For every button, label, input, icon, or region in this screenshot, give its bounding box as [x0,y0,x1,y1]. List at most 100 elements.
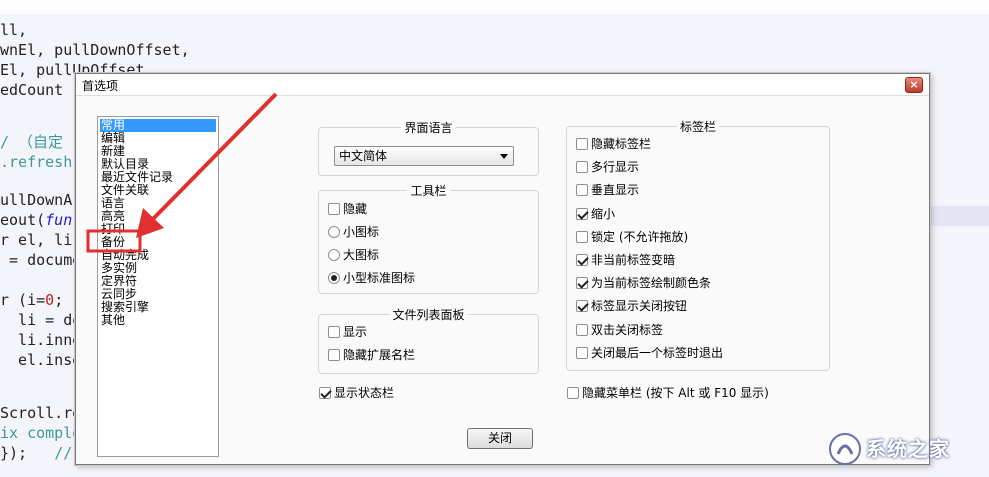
code-token: 0 [45,291,55,309]
toolbar-radio-label: 大图标 [343,248,380,262]
checkbox-icon[interactable] [328,349,340,361]
toolbar-radio[interactable]: 大图标 [328,248,379,264]
code-token: ullDownA [0,191,73,209]
menubar-label: 隐藏菜单栏 (按下 Alt 或 F10 显示) [582,386,769,400]
editor-top-band [0,0,989,14]
tabbar-group: 标签栏 隐藏标签栏多行显示垂直显示缩小锁定 (不允许拖放) 非当前标签变暗为当前标… [566,120,830,371]
code-token: edCount [0,81,64,99]
watermark-logo-icon [829,433,861,465]
radio-icon[interactable] [328,249,340,261]
statusbar-checkbox[interactable]: 显示状态栏 [319,386,394,402]
tabbar-option[interactable]: 多行显示 [576,160,639,176]
code-token: r el, li [0,231,73,249]
filelist-group-title: 文件列表面板 [389,308,468,322]
tabbar-option-label: 缩小 [591,206,616,221]
checkbox-icon[interactable] [576,161,588,174]
toolbar-group-title: 工具栏 [407,184,450,198]
editor-current-line-highlight [930,206,989,226]
watermark: 系统之家 [818,428,983,472]
filelist-option-label: 显示 [343,325,368,339]
checkbox-icon[interactable] [576,230,588,243]
code-token: .refresh [0,153,73,171]
toolbar-hide-checkbox[interactable]: 隐藏 [328,202,367,218]
tabbar-option[interactable]: 标签显示关闭按钮 [576,299,687,315]
dialog-close-icon[interactable]: × [905,77,923,93]
toolbar-radio[interactable]: 小图标 [328,225,379,241]
code-token: ; [54,291,64,309]
code-line: ll, [0,20,27,40]
checkbox-icon[interactable] [567,387,579,399]
watermark-text: 系统之家 [866,437,950,461]
radio-icon[interactable] [328,226,340,238]
checkbox-icon[interactable] [576,254,588,266]
tabbar-option[interactable]: 为当前标签绘制颜色条 [576,276,711,292]
filelist-option-label: 隐藏扩展名栏 [343,348,416,362]
toolbar-radio-label: 小型标准图标 [343,271,416,285]
checkbox-icon[interactable] [328,326,340,338]
tabbar-option[interactable]: 关闭最后一个标签时退出 [576,346,723,362]
filelist-option[interactable]: 隐藏扩展名栏 [328,348,415,364]
code-line: wnEl, pullDownOffset, [0,40,190,60]
code-token: li = do [0,311,82,329]
code-line: el.inse [0,350,81,370]
code-token: ll, [0,21,28,39]
checkbox-icon[interactable] [576,207,588,220]
code-token: Scroll.re [0,404,82,422]
tabbar-option[interactable]: 双击关闭标签 [576,323,663,339]
code-line: li = do [0,310,81,330]
checkbox-icon[interactable] [319,387,331,399]
checkbox-icon[interactable] [576,346,588,359]
toolbar-radio-label: 小图标 [343,225,380,239]
code-token: fun [45,211,73,229]
language-group: 界面语言 中文简体 [318,121,539,176]
language-select[interactable]: 中文简体 [334,146,514,166]
checkbox-icon[interactable] [576,277,588,290]
tabbar-option-label: 隐藏标签栏 [591,137,652,151]
code-line: ullDownA [0,190,72,210]
filelist-option[interactable]: 显示 [328,325,367,341]
tabbar-option[interactable]: 非当前标签变暗 [576,253,675,269]
radio-icon[interactable] [328,272,340,284]
category-item[interactable]: 其他 [100,314,218,327]
chevron-down-icon [500,154,508,159]
tabbar-option-label: 关闭最后一个标签时退出 [591,345,724,360]
preferences-dialog: 首选项 × 常用 编辑 新建 默认目录 最近文件记录 文件关联 语言 高亮 打印 备份 自动完成 多实… [75,73,930,465]
code-token: ix comple [0,424,82,442]
checkbox-icon[interactable] [576,300,588,313]
tabbar-group-title: 标签栏 [676,120,719,134]
checkbox-icon[interactable] [328,203,340,215]
filelist-group: 文件列表面板 显示隐藏扩展名栏 [318,308,539,374]
checkbox-icon[interactable] [576,184,588,197]
code-token: r (i= [0,291,46,309]
code-token: = docume [0,251,82,269]
code-line: eout(fun [0,210,72,230]
toolbar-group: 工具栏 隐藏 小图标大图标小型标准图标 [318,184,539,294]
toolbar-hide-label: 隐藏 [343,202,368,216]
code-token: eout( [0,211,46,229]
code-token: el.inse [0,351,82,369]
tabbar-option-label: 锁定 (不允许拖放) [591,229,689,244]
checkbox-icon[interactable] [576,138,588,150]
tabbar-option[interactable]: 隐藏标签栏 [576,137,651,153]
code-line: r (i=0; [0,290,63,310]
statusbar-label: 显示状态栏 [334,386,395,400]
checkbox-icon[interactable] [576,323,588,336]
code-line: .refresh [0,152,72,172]
code-line: edCount [0,80,63,100]
code-token: }); [0,444,55,462]
category-list[interactable]: 常用 编辑 新建 默认目录 最近文件记录 文件关联 语言 高亮 打印 备份 自动完成 多实例 定界符 云同… [97,116,219,457]
tabbar-option-label: 标签显示关闭按钮 [591,299,688,314]
close-button[interactable]: 关闭 [467,428,533,449]
code-line: ix comple [0,423,81,443]
menubar-checkbox[interactable]: 隐藏菜单栏 (按下 Alt 或 F10 显示) [567,386,769,402]
toolbar-radio[interactable]: 小型标准图标 [328,271,415,287]
code-line: r el, li [0,230,72,250]
tabbar-option-label: 双击关闭标签 [591,322,664,337]
tabbar-option-label: 为当前标签绘制颜色条 [591,276,712,291]
code-token: wnEl, pullDownOffset, [0,41,190,59]
dialog-titlebar: 首选项 × [76,74,929,96]
tabbar-option[interactable]: 锁定 (不允许拖放) [576,230,688,246]
code-line: = docume [0,250,81,270]
tabbar-option[interactable]: 缩小 [576,207,615,223]
tabbar-option[interactable]: 垂直显示 [576,183,639,199]
